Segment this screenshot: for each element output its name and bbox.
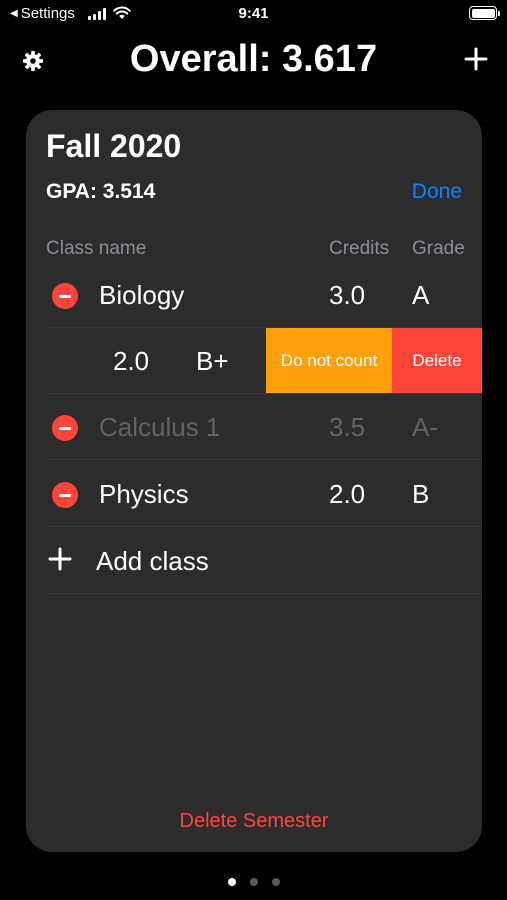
delete-class-button[interactable]: Delete (392, 328, 482, 394)
clock: 9:41 (238, 5, 269, 22)
delete-semester-button[interactable]: Delete Semester (26, 810, 482, 833)
class-grade[interactable]: A- (412, 412, 438, 443)
page-dot[interactable] (249, 878, 258, 886)
do-not-count-button[interactable]: Do not count (266, 328, 392, 394)
remove-class-button[interactable] (52, 283, 78, 309)
column-header-grade: Grade (412, 238, 465, 259)
class-row-biology[interactable]: Biology 3.0 A (26, 262, 482, 328)
add-class-button[interactable]: Add class (26, 528, 482, 594)
status-bar: ◀ Settings 9:41 (0, 0, 507, 28)
semester-gpa: GPA: 3.514 (46, 180, 156, 203)
overall-gpa: Overall: 3.617 (129, 38, 378, 80)
class-credits[interactable]: 2.0 (329, 479, 365, 510)
header: Overall: 3.617 (0, 36, 507, 86)
add-semester-button[interactable] (461, 44, 491, 74)
semester-title: Fall 2020 (46, 128, 182, 164)
class-name[interactable]: Physics (99, 479, 189, 510)
class-row-calculus-1[interactable]: Calculus 1 3.5 A- (26, 394, 482, 460)
row-divider (48, 593, 482, 594)
class-name[interactable]: Calculus 1 (99, 412, 220, 443)
column-header-class-name: Class name (46, 238, 147, 259)
class-credits[interactable]: 3.0 (329, 280, 365, 311)
class-credits[interactable]: 3.5 (329, 412, 365, 443)
row-divider (48, 526, 482, 527)
plus-icon (464, 47, 488, 71)
class-row-physics[interactable]: Physics 2.0 B (26, 461, 482, 527)
add-class-label: Add class (96, 546, 209, 576)
class-grade[interactable]: A (412, 280, 429, 311)
class-grade[interactable]: B (412, 479, 429, 510)
done-button[interactable]: Done (412, 180, 462, 204)
semester-card: Fall 2020 GPA: 3.514 Done Class name Cre… (26, 110, 482, 852)
page-dot[interactable] (227, 878, 236, 886)
class-grade[interactable]: B+ (196, 346, 229, 377)
plus-icon (48, 547, 72, 571)
class-name[interactable]: Biology (99, 280, 184, 311)
remove-class-button[interactable] (52, 415, 78, 441)
class-credits[interactable]: 2.0 (113, 346, 149, 377)
column-header-credits: Credits (329, 238, 390, 259)
row-divider (48, 459, 482, 460)
battery-icon (469, 6, 500, 20)
class-row-swiped[interactable]: 2.0 B+ Do not count Delete (26, 328, 482, 394)
page-dot[interactable] (271, 878, 280, 886)
remove-class-button[interactable] (52, 482, 78, 508)
page-indicator[interactable] (0, 878, 507, 886)
